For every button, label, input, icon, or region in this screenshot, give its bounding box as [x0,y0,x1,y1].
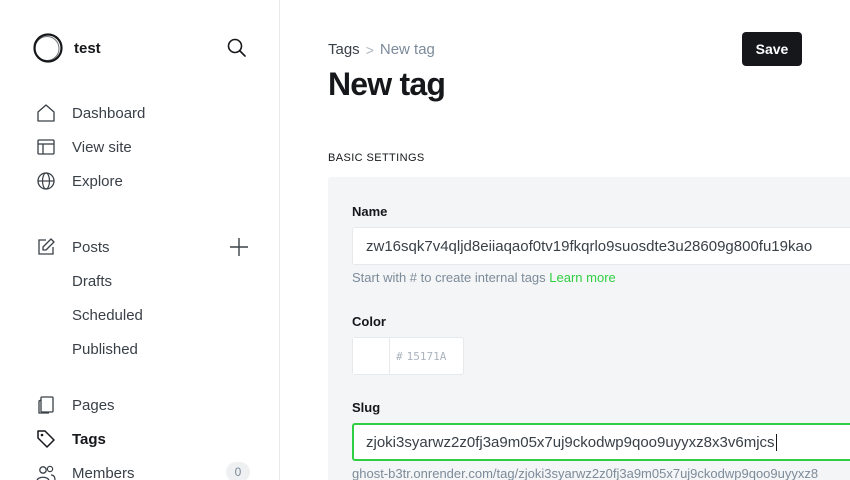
sidebar-item-posts[interactable]: Posts [36,235,110,259]
name-label: Name [352,204,388,219]
sidebar-item-explore[interactable]: Explore [36,169,123,193]
breadcrumb-current: New tag [379,41,435,58]
sidebar: test Dashboard View site Explore Posts D… [0,0,280,480]
text-caret [775,433,777,451]
sidebar-item-label: Dashboard [72,104,146,122]
sidebar-item-label: View site [72,138,132,156]
save-button[interactable]: Save [742,32,802,66]
home-icon [36,103,56,123]
layout-icon [36,137,56,157]
search-button[interactable] [225,36,249,60]
name-hint-text: Start with # to create internal tags [352,270,546,285]
sidebar-item-pages[interactable]: Pages [36,393,115,417]
breadcrumb-tags-link[interactable]: Tags [328,41,360,58]
site-name: test [74,39,101,57]
color-picker: # 15171A [352,337,464,375]
sidebar-item-label: Tags [72,430,106,448]
slug-input-value: zjoki3syarwz2z0fj3a9m05x7uj9ckodwp9qoo9u… [366,433,775,451]
globe-icon [36,171,56,191]
name-input-value: zw16sqk7v4qljd8eiiaqaof0tv19fkqrlo9suosd… [366,237,813,255]
color-hex-input[interactable]: # 15171A [390,338,446,374]
sidebar-item-label: Posts [72,238,110,256]
color-hex-value: 15171A [406,349,447,363]
add-post-button[interactable] [228,236,250,258]
sidebar-item-drafts[interactable]: Drafts [72,273,112,290]
sidebar-item-label: Members [72,464,135,480]
name-hint: Start with # to create internal tags Lea… [352,270,616,285]
sidebar-item-members[interactable]: Members [36,461,135,480]
sidebar-item-label: Explore [72,172,123,190]
breadcrumb-separator: > [365,41,374,58]
slug-label: Slug [352,400,381,415]
search-icon [227,38,246,57]
color-swatch[interactable] [353,338,390,374]
members-count-badge: 0 [226,462,250,480]
site-brand[interactable]: test [32,32,101,64]
page-title: New tag [328,66,446,102]
ghost-circle-logo-icon [33,33,63,63]
sidebar-item-published[interactable]: Published [72,341,138,358]
tag-icon [36,429,56,449]
plus-icon [230,238,248,256]
sidebar-item-scheduled[interactable]: Scheduled [72,307,143,324]
members-icon [36,463,56,480]
pen-icon [36,237,56,257]
color-hash: # [396,349,403,363]
breadcrumb: Tags > New tag [328,41,435,58]
color-label: Color [352,314,386,329]
name-input[interactable]: zw16sqk7v4qljd8eiiaqaof0tv19fkqrlo9suosd… [352,227,850,265]
sidebar-item-dashboard[interactable]: Dashboard [36,101,145,125]
sidebar-item-view-site[interactable]: View site [36,135,132,159]
learn-more-link[interactable]: Learn more [549,270,615,285]
sidebar-item-tags[interactable]: Tags [36,427,106,451]
section-title: BASIC SETTINGS [328,152,425,164]
sidebar-item-label: Pages [72,396,115,414]
slug-url-preview: ghost-b3tr.onrender.com/tag/zjoki3syarwz… [352,466,819,480]
slug-input[interactable]: zjoki3syarwz2z0fj3a9m05x7uj9ckodwp9qoo9u… [352,423,850,461]
page-icon [36,395,56,415]
